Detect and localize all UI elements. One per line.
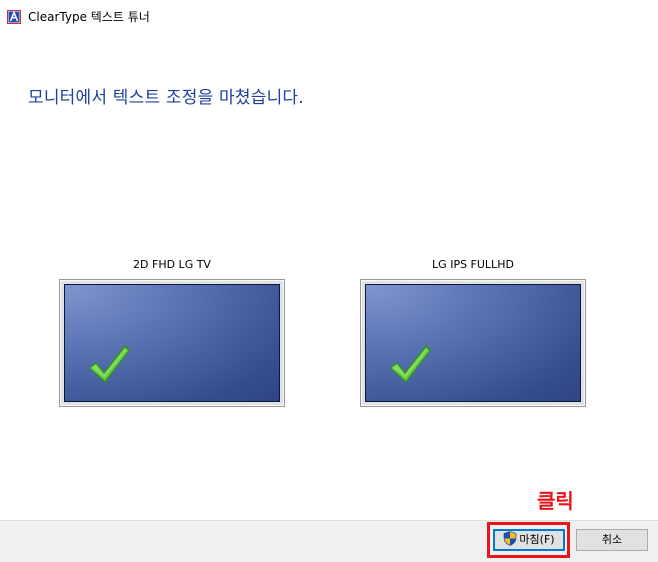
cleartype-app-icon [7,10,21,24]
cancel-button[interactable]: 취소 [576,529,648,551]
page-heading: 모니터에서 텍스트 조정을 마쳤습니다. [28,88,304,108]
click-annotation-label: 클릭 [537,489,574,513]
monitor-screen-2 [365,284,581,402]
finish-button[interactable]: 마침(F) [493,529,565,551]
finish-button-label: 마침(F) [519,533,555,546]
cleartype-window: ClearType 텍스트 튜너 모니터에서 텍스트 조정을 마쳤습니다. 2D… [0,0,658,562]
monitor-label-1: 2D FHD LG TV [133,258,211,271]
checkmark-icon [390,345,431,383]
title-bar: ClearType 텍스트 튜너 [0,0,658,36]
window-title: ClearType 텍스트 튜너 [28,10,150,24]
monitor-preview-2 [360,279,586,407]
monitor-preview-1 [59,279,285,407]
uac-shield-icon [504,531,517,546]
monitor-label-2: LG IPS FULLHD [432,258,514,271]
checkmark-icon [89,345,130,383]
monitor-screen-1 [64,284,280,402]
